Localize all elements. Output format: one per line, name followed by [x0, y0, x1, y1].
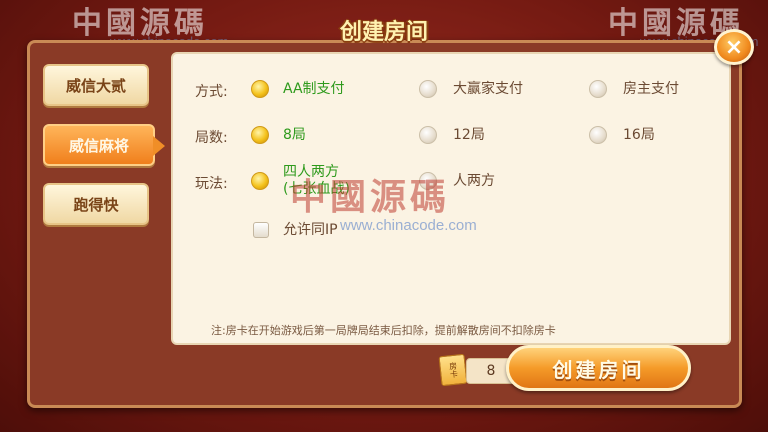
- rounds-radio-16[interactable]: [589, 126, 607, 144]
- payment-label: 方式:: [195, 84, 228, 100]
- allow-same-ip-label[interactable]: 允许同IP: [283, 222, 338, 239]
- sidebar-item-paodekuai[interactable]: 跑得快: [43, 183, 149, 225]
- payment-option-aa[interactable]: AA制支付: [283, 81, 345, 98]
- sidebar-item-weixin-mahjong[interactable]: 威信麻将: [43, 124, 165, 166]
- close-icon: ×: [724, 34, 744, 60]
- play-option-four-two[interactable]: 四人两方 (七张血战): [283, 164, 350, 198]
- rounds-option-8[interactable]: 8局: [283, 127, 306, 144]
- payment-radio-winner[interactable]: [419, 80, 437, 98]
- sidebar-item-label: 跑得快: [73, 195, 119, 214]
- rounds-label: 局数:: [195, 130, 228, 146]
- payment-option-winner[interactable]: 大赢家支付: [453, 81, 523, 98]
- play-radio-alt[interactable]: [419, 172, 437, 190]
- options-panel: 方式: AA制支付 大赢家支付 房主支付 局数: 8局 12局 16局 玩法: …: [171, 52, 731, 345]
- close-button[interactable]: ×: [714, 29, 754, 65]
- sidebar-item-label: 威信麻将: [68, 136, 129, 155]
- dialog-title: 创建房间: [339, 20, 428, 45]
- payment-radio-owner[interactable]: [589, 80, 607, 98]
- allow-same-ip-checkbox[interactable]: [253, 222, 269, 238]
- play-mode-label: 玩法:: [195, 176, 228, 192]
- create-room-button-label: 创建房间: [552, 357, 645, 382]
- payment-radio-aa[interactable]: [251, 80, 269, 98]
- play-option-alt[interactable]: 人两方: [453, 173, 495, 190]
- sidebar-item-label: 威信大贰: [65, 76, 126, 95]
- room-card-icon: 房卡: [438, 353, 468, 387]
- rounds-radio-8[interactable]: [251, 126, 269, 144]
- sidebar-item-weixin-dager[interactable]: 威信大贰: [43, 64, 149, 106]
- payment-option-owner[interactable]: 房主支付: [623, 81, 679, 98]
- room-card-note: 注:房卡在开始游戏后第一局牌局结束后扣除，提前解散房间不扣除房卡: [211, 324, 556, 337]
- rounds-radio-12[interactable]: [419, 126, 437, 144]
- game-sidebar: 威信大贰 威信麻将 跑得快: [31, 50, 166, 400]
- play-radio-four-two[interactable]: [251, 172, 269, 190]
- create-room-button[interactable]: 创建房间: [506, 345, 691, 391]
- rounds-option-16[interactable]: 16局: [623, 127, 655, 144]
- rounds-option-12[interactable]: 12局: [453, 127, 485, 144]
